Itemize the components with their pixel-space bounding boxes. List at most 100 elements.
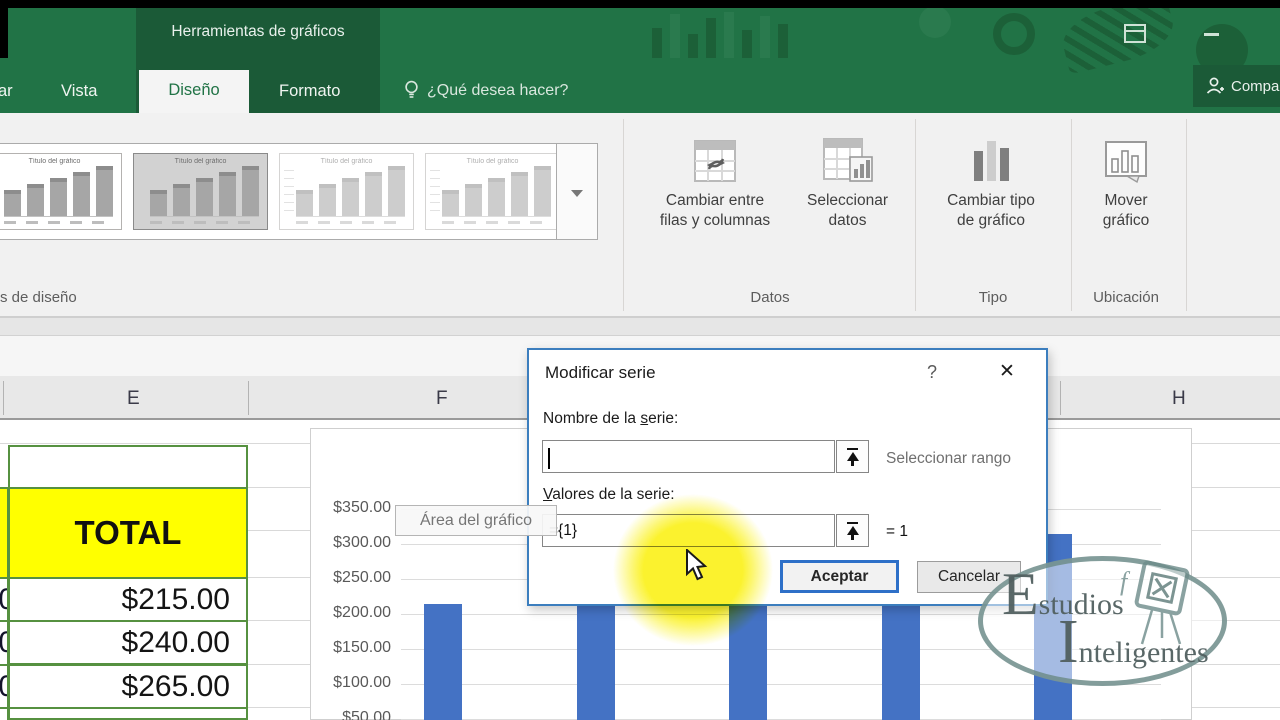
y-axis-tick-label: $50.00 bbox=[311, 709, 391, 720]
cancel-button[interactable]: Cancelar bbox=[917, 561, 1021, 593]
excel-window: Herramientas de gráficos ar Vista Diseño… bbox=[0, 0, 1280, 720]
series-result-preview: = 1 bbox=[886, 523, 908, 541]
thumbnail-categories bbox=[296, 221, 405, 224]
series-name-input[interactable] bbox=[542, 440, 835, 473]
table-total-header[interactable]: TOTAL bbox=[8, 487, 248, 579]
accept-button[interactable]: Aceptar bbox=[780, 560, 899, 593]
select-range-hint: Seleccionar rango bbox=[886, 450, 1011, 468]
table-blank-cell[interactable] bbox=[8, 445, 248, 489]
button-label: gráfico bbox=[1103, 211, 1150, 231]
decor-circle bbox=[919, 6, 951, 38]
sliver-cell: 0 bbox=[0, 664, 9, 709]
table-row-partial bbox=[8, 707, 248, 720]
y-axis-tick-label: $150.00 bbox=[311, 639, 391, 657]
switch-row-column-button[interactable]: Cambiar entre filas y columnas bbox=[640, 131, 790, 231]
share-label: Compartir bbox=[1231, 78, 1280, 95]
series-name-label: Nombre de la serie: bbox=[543, 410, 678, 428]
thumbnail-categories bbox=[442, 221, 551, 224]
change-chart-type-button[interactable]: Cambiar tipo de gráfico bbox=[930, 131, 1052, 231]
thumbnail-axis bbox=[284, 170, 294, 217]
lightbulb-icon bbox=[404, 80, 419, 101]
chart-style-thumbnail[interactable]: Título del gráfico bbox=[279, 153, 414, 230]
button-label: filas y columnas bbox=[660, 211, 770, 231]
chart-styles-gallery[interactable]: Título del gráficoTítulo del gráficoTítu… bbox=[0, 143, 557, 240]
table-row[interactable]: $265.00 bbox=[8, 664, 248, 709]
minimize-icon[interactable] bbox=[1204, 33, 1219, 36]
series-values-label: Valores de la serie: bbox=[543, 486, 675, 504]
up-arrow-icon bbox=[847, 452, 859, 461]
table-row[interactable]: $240.00 bbox=[8, 620, 248, 665]
tab-diseno[interactable]: Diseño bbox=[139, 70, 249, 113]
gallery-more-button[interactable] bbox=[556, 143, 598, 240]
group-separator bbox=[1186, 119, 1187, 311]
sliver-cell-yellow bbox=[0, 487, 9, 579]
tell-me-label: ¿Qué desea hacer? bbox=[427, 82, 568, 100]
chart-bar[interactable] bbox=[577, 586, 615, 720]
tab-vista[interactable]: Vista bbox=[61, 82, 97, 101]
select-data-button[interactable]: Seleccionar datos bbox=[790, 131, 905, 231]
column-header-E[interactable]: E bbox=[127, 388, 140, 410]
swap-rows-columns-icon bbox=[689, 131, 741, 191]
column-header-F[interactable]: F bbox=[436, 388, 448, 410]
sliver-cell: 0 bbox=[0, 577, 9, 622]
group-separator bbox=[915, 119, 916, 311]
tab-formato[interactable]: Formato bbox=[279, 82, 340, 101]
decor-leaf bbox=[1057, 0, 1179, 75]
table-row[interactable]: $215.00 bbox=[8, 577, 248, 622]
y-axis-tick-label: $300.00 bbox=[311, 534, 391, 552]
dialog-title: Modificar serie bbox=[545, 363, 656, 383]
tab-fragment[interactable]: ar bbox=[0, 82, 13, 101]
share-button[interactable]: Compartir bbox=[1193, 65, 1280, 107]
button-label: Mover bbox=[1104, 191, 1147, 211]
column-separator bbox=[3, 381, 4, 415]
close-icon[interactable]: ✕ bbox=[999, 360, 1015, 383]
thumbnail-categories bbox=[4, 221, 113, 224]
series-values-input[interactable]: ={1} bbox=[542, 514, 835, 547]
ribbon-lower-strip bbox=[0, 318, 1280, 336]
button-label: de gráfico bbox=[957, 211, 1025, 231]
chart-bar[interactable] bbox=[424, 604, 462, 720]
letterbox-corner bbox=[0, 0, 8, 58]
collapse-dialog-button[interactable] bbox=[836, 440, 869, 473]
contextual-tab-title: Herramientas de gráficos bbox=[136, 23, 380, 41]
y-axis-tick-label: $250.00 bbox=[311, 569, 391, 587]
letterbox-top bbox=[0, 0, 1280, 8]
table-value: $240.00 bbox=[10, 622, 246, 663]
column-header-H[interactable]: H bbox=[1172, 388, 1186, 410]
group-label-ubicacion: Ubicación bbox=[1068, 289, 1184, 306]
person-add-icon bbox=[1205, 76, 1225, 96]
tell-me-box[interactable]: ¿Qué desea hacer? bbox=[404, 80, 568, 101]
select-data-icon bbox=[820, 131, 876, 191]
chart-style-thumbnail[interactable]: Título del gráfico bbox=[133, 153, 268, 230]
title-bar: Herramientas de gráficos ar Vista Diseño… bbox=[0, 0, 1280, 113]
y-axis-tick-label: $200.00 bbox=[311, 604, 391, 622]
thumbnail-bars bbox=[296, 166, 405, 217]
button-label: datos bbox=[829, 211, 867, 231]
ribbon-display-options-icon[interactable] bbox=[1124, 24, 1146, 43]
change-chart-type-icon bbox=[966, 131, 1016, 191]
thumbnail-categories bbox=[150, 221, 259, 224]
group-label-datos: Datos bbox=[700, 289, 840, 306]
table-value: $265.00 bbox=[10, 666, 246, 707]
column-separator bbox=[1060, 381, 1061, 415]
chart-style-thumbnail[interactable]: Título del gráfico bbox=[425, 153, 557, 230]
edit-series-dialog[interactable]: Modificar serie ? ✕ Nombre de la serie: … bbox=[527, 348, 1048, 606]
move-chart-icon bbox=[1099, 131, 1153, 191]
help-icon[interactable]: ? bbox=[927, 362, 937, 383]
button-label: Cambiar tipo bbox=[947, 191, 1035, 211]
thumbnail-bars bbox=[150, 166, 259, 217]
chart-style-thumbnail[interactable]: Título del gráfico bbox=[0, 153, 122, 230]
thumbnail-axis bbox=[430, 170, 440, 217]
table-value: $215.00 bbox=[10, 579, 246, 620]
up-arrow-icon bbox=[847, 526, 859, 535]
move-chart-button[interactable]: Mover gráfico bbox=[1080, 131, 1172, 231]
thumbnail-bars bbox=[4, 166, 113, 217]
text-caret bbox=[548, 448, 550, 469]
chart-area-tooltip: Área del gráfico bbox=[395, 505, 557, 536]
group-separator bbox=[623, 119, 624, 311]
y-axis-tick-label: $350.00 bbox=[311, 499, 391, 517]
collapse-dialog-button[interactable] bbox=[836, 514, 869, 547]
button-label: Cambiar entre bbox=[666, 191, 764, 211]
decor-bars bbox=[652, 12, 862, 58]
thumbnail-bars bbox=[442, 166, 551, 217]
